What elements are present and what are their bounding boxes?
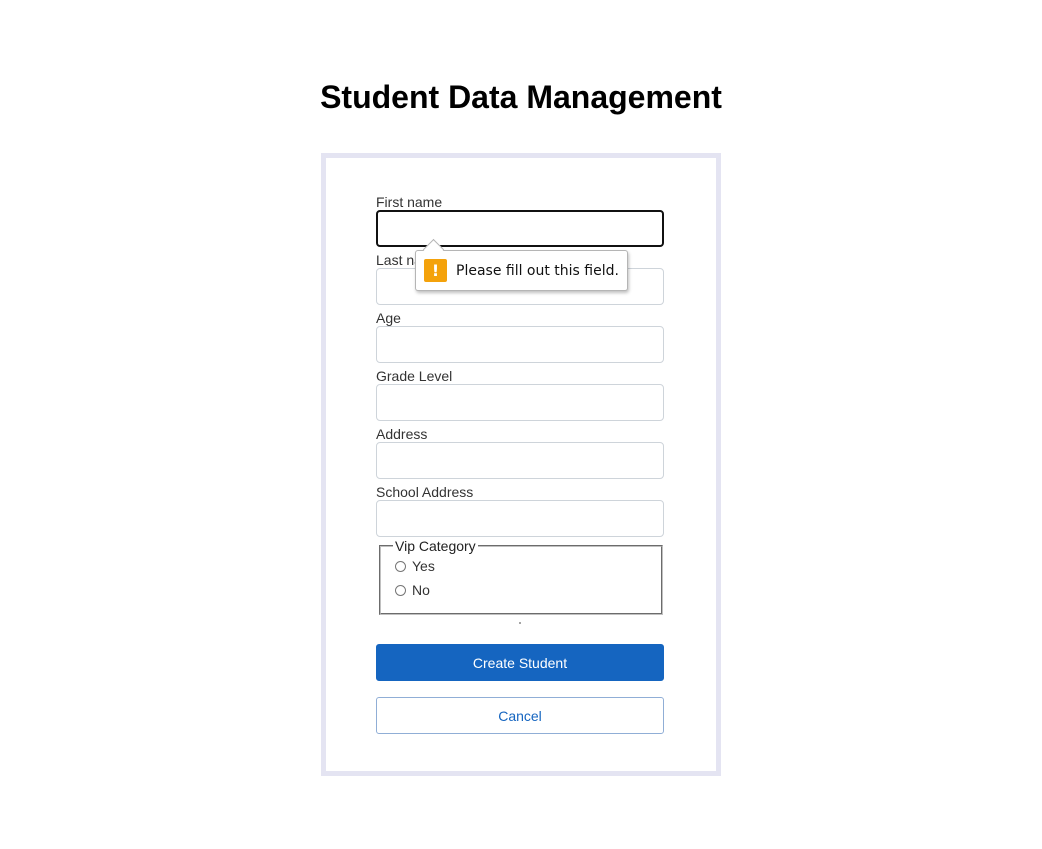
grade-level-label: Grade Level bbox=[376, 368, 453, 384]
address-label: Address bbox=[376, 426, 428, 442]
first-name-input[interactable] bbox=[376, 210, 664, 247]
validation-tooltip: ! Please fill out this field. bbox=[415, 238, 628, 291]
warning-icon: ! bbox=[424, 259, 447, 282]
vip-option-no-label: No bbox=[412, 582, 430, 598]
validation-message: Please fill out this field. bbox=[456, 262, 619, 279]
school-address-label: School Address bbox=[376, 484, 474, 500]
vip-category-legend: Vip Category bbox=[395, 538, 476, 554]
form-card-border: First name Last name Age Grade Level Add… bbox=[321, 153, 721, 776]
address-input[interactable] bbox=[376, 442, 664, 479]
vip-option-no[interactable]: No bbox=[393, 578, 649, 602]
grade-level-input[interactable] bbox=[376, 384, 664, 421]
separator-dot bbox=[519, 622, 521, 624]
radio-no[interactable] bbox=[395, 584, 406, 596]
school-address-input[interactable] bbox=[376, 500, 664, 537]
vip-option-yes[interactable]: Yes bbox=[393, 554, 649, 578]
age-label: Age bbox=[376, 310, 401, 326]
create-student-button[interactable]: Create Student bbox=[376, 644, 664, 681]
page-title: Student Data Management bbox=[320, 79, 722, 115]
first-name-label: First name bbox=[376, 194, 443, 210]
vip-option-yes-label: Yes bbox=[412, 558, 435, 574]
radio-yes[interactable] bbox=[395, 560, 406, 572]
vip-category-group: Vip Category Yes No bbox=[379, 538, 663, 615]
cancel-button[interactable]: Cancel bbox=[376, 697, 664, 734]
age-input[interactable] bbox=[376, 326, 664, 363]
